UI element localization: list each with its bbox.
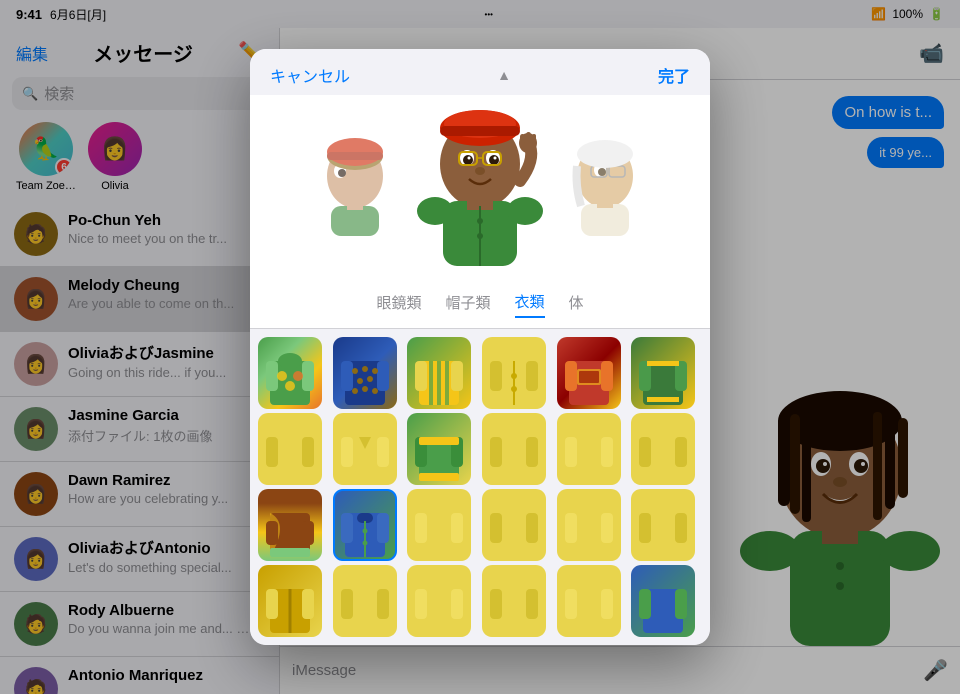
clothing-item-19[interactable] <box>258 565 322 637</box>
clothing-item-12[interactable] <box>631 413 695 485</box>
clothing-item-6[interactable] <box>631 337 695 409</box>
clothing-item-18[interactable] <box>631 489 695 561</box>
tab-clothing[interactable]: 衣類 <box>515 291 545 318</box>
clothing-item-17[interactable] <box>557 489 621 561</box>
clothing-item-4[interactable] <box>482 337 546 409</box>
clothing-item-15[interactable] <box>407 489 471 561</box>
tab-body[interactable]: 体 <box>569 292 584 317</box>
clothing-item-24[interactable] <box>631 565 695 637</box>
memoji-editor-modal: キャンセル ▲ 完了 <box>250 49 710 645</box>
modal-header: キャンセル ▲ 完了 <box>250 49 710 95</box>
preview-side-right <box>565 136 645 236</box>
clothing-item-5[interactable] <box>557 337 621 409</box>
clothing-grid <box>250 329 710 645</box>
tab-glasses[interactable]: 眼鏡類 <box>376 292 421 317</box>
preview-main <box>415 111 545 261</box>
clothing-item-21[interactable] <box>407 565 471 637</box>
clothing-item-14[interactable] <box>333 489 397 561</box>
preview-side-left <box>315 136 395 236</box>
cancel-button[interactable]: キャンセル <box>270 63 350 87</box>
clothing-item-13[interactable] <box>258 489 322 561</box>
clothing-item-9[interactable] <box>407 413 471 485</box>
clothing-item-11[interactable] <box>557 413 621 485</box>
clothing-item-16[interactable] <box>482 489 546 561</box>
modal-preview-area <box>250 95 710 281</box>
tab-hats[interactable]: 帽子類 <box>445 292 490 317</box>
clothing-item-1[interactable] <box>258 337 322 409</box>
category-tabs: 眼鏡類 帽子類 衣類 体 <box>250 281 710 329</box>
clothing-item-10[interactable] <box>482 413 546 485</box>
modal-overlay[interactable]: キャンセル ▲ 完了 <box>0 0 960 694</box>
clothing-item-23[interactable] <box>557 565 621 637</box>
clothing-item-7[interactable] <box>258 413 322 485</box>
clothing-item-8[interactable] <box>333 413 397 485</box>
clothing-item-20[interactable] <box>333 565 397 637</box>
clothing-item-2[interactable] <box>333 337 397 409</box>
clothing-item-22[interactable] <box>482 565 546 637</box>
done-button[interactable]: 完了 <box>658 63 690 87</box>
modal-title: ▲ <box>497 67 511 83</box>
clothing-item-3[interactable] <box>407 337 471 409</box>
